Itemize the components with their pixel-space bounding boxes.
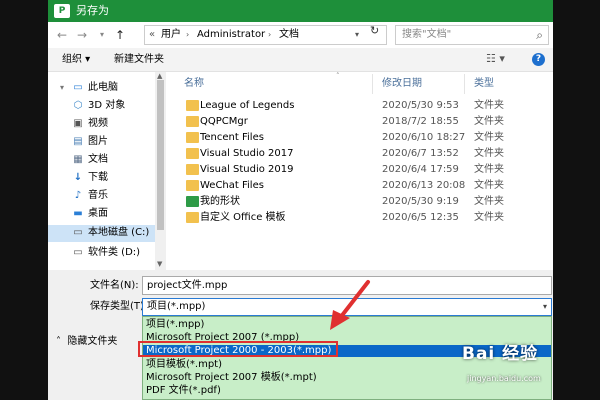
watermark-url: jingyan.baidu.com	[467, 374, 541, 383]
annotation-arrow-icon	[330, 280, 370, 330]
watermark-logo: Bai 经验	[462, 344, 539, 364]
